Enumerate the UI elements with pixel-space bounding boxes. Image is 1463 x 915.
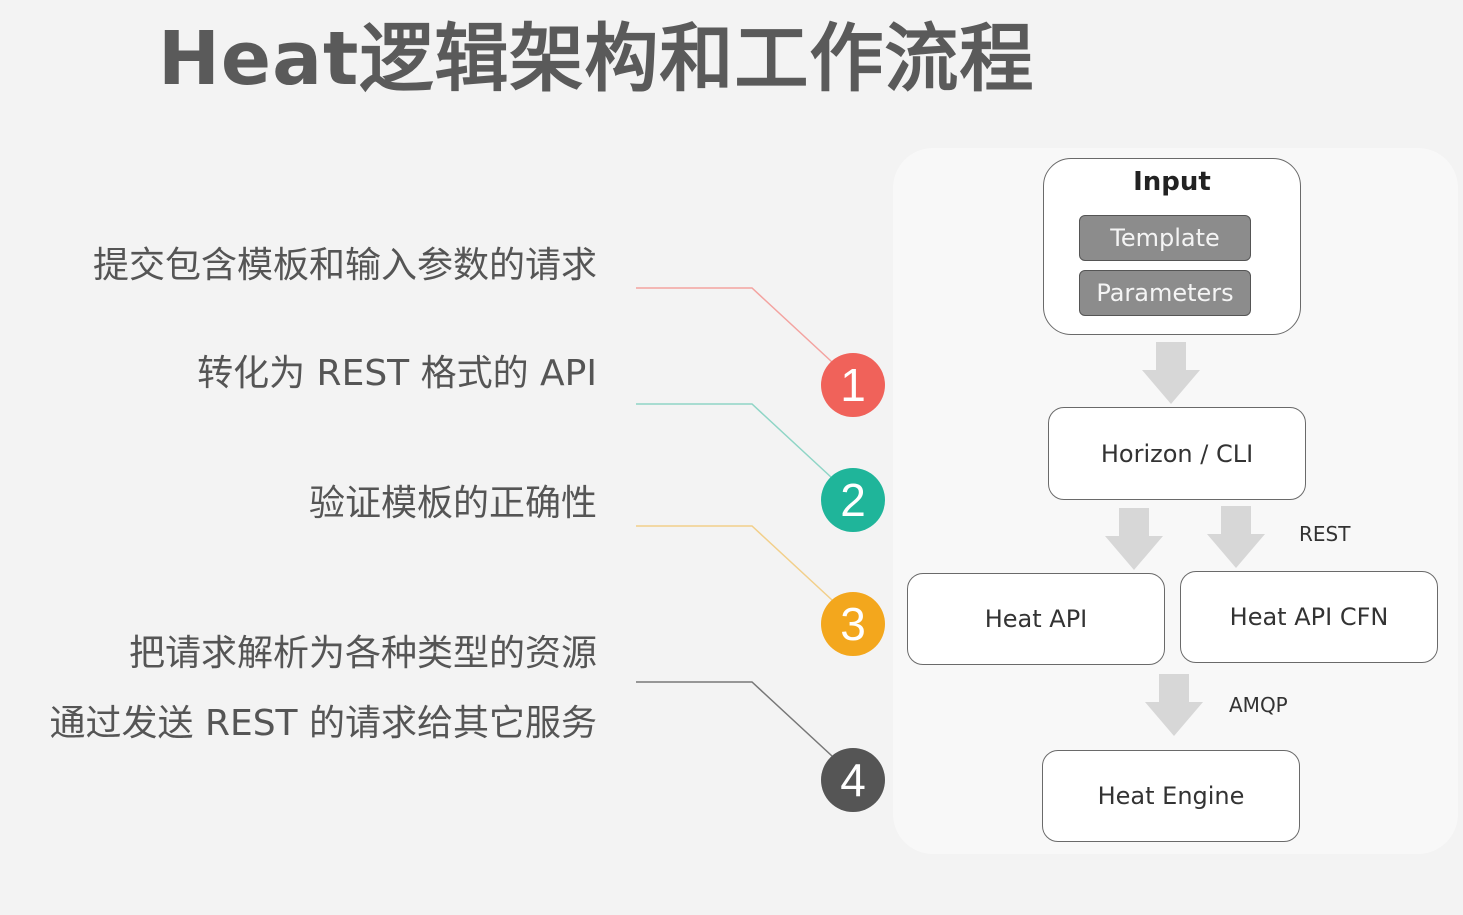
arrow-api-to-engine [1145,674,1203,736]
heat-api-cfn-label: Heat API CFN [1229,603,1389,631]
arrow-input-to-horizon [1142,342,1200,404]
horizon-cli-box: Horizon / CLI [1048,407,1306,500]
input-box: Input Template Parameters [1043,158,1301,335]
template-chip: Template [1079,215,1251,261]
heat-engine-label: Heat Engine [1097,782,1245,810]
parameters-chip: Parameters [1079,270,1251,316]
heat-engine-box: Heat Engine [1042,750,1300,842]
rest-label: REST [1299,522,1351,546]
heat-api-box: Heat API [907,573,1165,665]
heat-api-label: Heat API [984,605,1088,633]
horizon-cli-label: Horizon / CLI [1100,439,1254,468]
amqp-label: AMQP [1229,693,1288,717]
input-title: Input [1133,167,1211,197]
heat-api-cfn-box: Heat API CFN [1180,571,1438,663]
arrow-horizon-to-heat-api-cfn [1207,506,1265,568]
arrow-horizon-to-heat-api [1105,508,1163,570]
